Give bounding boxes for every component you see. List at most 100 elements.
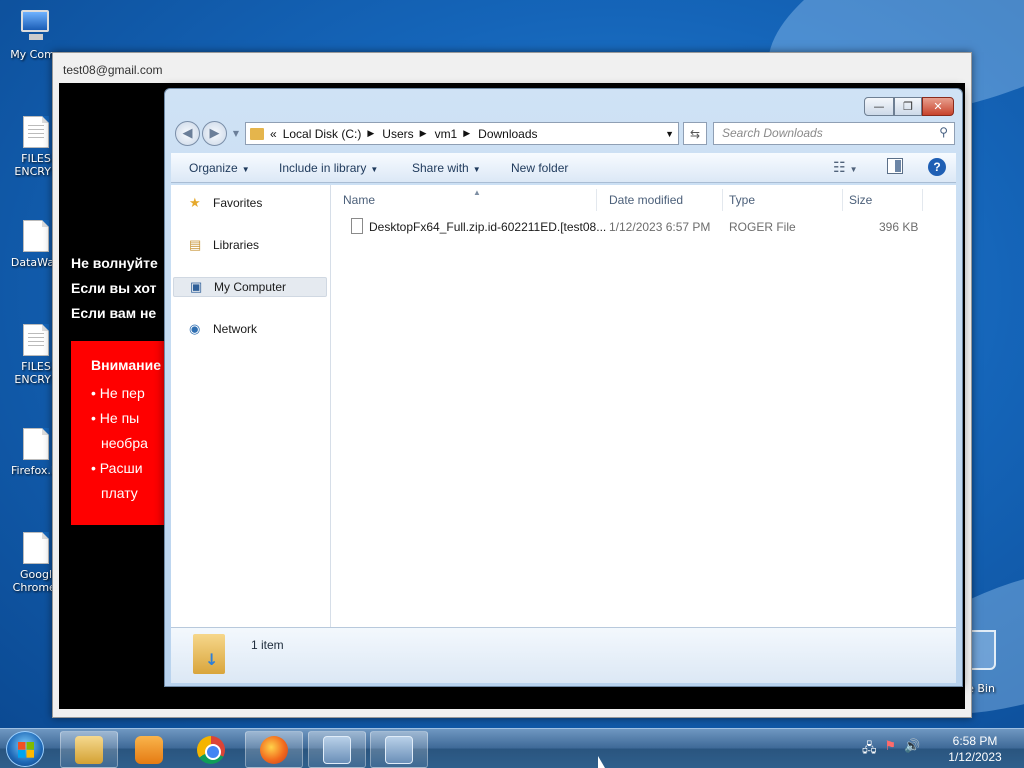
nav-item-network[interactable]: ◉ Network xyxy=(173,319,327,339)
file-list: Name ▲ Date modified Type Size DesktopFx… xyxy=(331,185,956,627)
mouse-cursor-icon xyxy=(598,756,605,768)
file-icon xyxy=(23,428,49,460)
minimize-button[interactable]: — xyxy=(864,97,894,116)
downloads-folder-icon: ↓ xyxy=(193,634,225,674)
library-icon: ▤ xyxy=(189,237,202,252)
breadcrumb-vm1[interactable]: vm1 xyxy=(435,127,458,141)
setup-program-icon xyxy=(323,735,351,764)
warning-bullet: • Не пер xyxy=(91,385,145,401)
recent-pages-dropdown[interactable]: ▼ xyxy=(231,121,241,146)
navigation-pane: ★ Favorites ▤ Libraries ▣ My Computer ◉ … xyxy=(171,185,331,627)
help-button[interactable]: ? xyxy=(928,158,946,176)
taskbar: 🖧 ⚑ 🔊 6:58 PM 1/12/2023 xyxy=(0,728,1024,768)
clock-time: 6:58 PM xyxy=(952,734,998,748)
ransom-text-line: Если вам не xyxy=(71,305,157,321)
computer-icon: ▣ xyxy=(190,279,203,294)
clock[interactable]: 6:58 PM 1/12/2023 xyxy=(940,733,1010,765)
include-in-library-menu[interactable]: Include in library ▼ xyxy=(279,161,378,175)
details-pane: ↓ 1 item xyxy=(171,627,956,683)
refresh-button[interactable]: ⇆ xyxy=(683,122,707,145)
forward-button[interactable]: ▶ xyxy=(202,121,227,146)
search-icon[interactable]: ⚲ xyxy=(939,125,948,139)
file-icon xyxy=(351,218,363,234)
address-dropdown-icon[interactable]: ▼ xyxy=(665,129,674,139)
windows-logo-icon xyxy=(18,742,34,758)
column-header-name[interactable]: Name ▲ xyxy=(337,188,597,211)
organize-menu[interactable]: Organize ▼ xyxy=(189,161,250,175)
command-bar: Organize ▼ Include in library ▼ Share with… xyxy=(171,153,956,183)
taskbar-chrome-button[interactable] xyxy=(182,731,240,768)
taskbar-setup-button-2[interactable] xyxy=(370,731,428,768)
change-view-button[interactable]: ☷ ▼ xyxy=(833,159,857,176)
taskbar-explorer-button[interactable] xyxy=(60,731,118,768)
warning-heading: Внимание xyxy=(91,357,161,373)
maximize-button[interactable]: ❐ xyxy=(894,97,922,116)
sort-ascending-icon: ▲ xyxy=(473,188,481,197)
breadcrumb-overflow[interactable]: « xyxy=(270,127,277,141)
taskbar-firefox-button[interactable] xyxy=(245,731,303,768)
file-name: DesktopFx64_Full.zip.id-602211ED.[test08… xyxy=(369,220,607,234)
taskbar-media-player-button[interactable] xyxy=(120,731,178,768)
close-button[interactable]: ✕ xyxy=(922,97,954,116)
warning-bullet-continuation: плату xyxy=(101,485,138,501)
ransom-window-title: test08@gmail.com xyxy=(63,63,163,77)
breadcrumb-users[interactable]: Users xyxy=(382,127,413,141)
help-icon: ? xyxy=(933,160,941,174)
preview-pane-button[interactable] xyxy=(887,158,903,174)
table-row[interactable]: DesktopFx64_Full.zip.id-602211ED.[test08… xyxy=(337,217,937,237)
ransom-text-line: Не волнуйте xyxy=(71,255,158,271)
arrow-right-icon: ▶ xyxy=(209,126,220,141)
chevron-down-icon: ▼ xyxy=(370,165,379,174)
window-controls: — ❐ ✕ xyxy=(864,97,954,116)
text-file-icon xyxy=(23,324,49,356)
refresh-icon: ⇆ xyxy=(689,126,701,141)
setup-program-icon xyxy=(385,735,413,764)
back-button[interactable]: ◀ xyxy=(175,121,200,146)
system-tray: 🖧 ⚑ 🔊 xyxy=(862,739,920,761)
explorer-window[interactable]: — ❐ ✕ ◀ ▶ ▼ « Local Disk (C:) ▶ Users ▶ … xyxy=(164,88,963,687)
nav-item-favorites[interactable]: ★ Favorites xyxy=(173,193,327,213)
breadcrumb-separator-icon[interactable]: ▶ xyxy=(420,128,427,139)
chevron-down-icon: ▼ xyxy=(232,129,240,138)
breadcrumb-separator-icon[interactable]: ▶ xyxy=(367,128,374,139)
search-input[interactable]: Search Downloads ⚲ xyxy=(713,122,955,145)
firefox-icon xyxy=(260,735,288,764)
clock-date: 1/12/2023 xyxy=(948,750,1002,764)
file-icon xyxy=(23,220,49,252)
ransom-text-line: Если вы хот xyxy=(71,280,157,296)
breadcrumb-downloads[interactable]: Downloads xyxy=(478,127,537,141)
nav-item-libraries[interactable]: ▤ Libraries xyxy=(173,235,327,255)
start-button[interactable] xyxy=(6,731,44,767)
view-list-icon: ☷ xyxy=(833,159,846,175)
computer-icon xyxy=(17,10,55,46)
address-bar[interactable]: « Local Disk (C:) ▶ Users ▶ vm1 ▶ Downlo… xyxy=(245,122,679,145)
warning-bullet: • Расши xyxy=(91,460,143,476)
action-center-flag-icon[interactable]: ⚑ xyxy=(885,739,897,761)
search-placeholder: Search Downloads xyxy=(722,126,823,140)
network-icon[interactable]: 🖧 xyxy=(862,739,877,761)
taskbar-setup-button-1[interactable] xyxy=(308,731,366,768)
new-folder-button[interactable]: New folder xyxy=(511,161,568,175)
star-icon: ★ xyxy=(189,195,201,210)
media-player-icon xyxy=(135,735,163,764)
chevron-down-icon: ▼ xyxy=(241,165,250,174)
preview-pane-icon xyxy=(895,160,901,172)
file-icon xyxy=(23,532,49,564)
file-size: 396 KB xyxy=(879,220,919,234)
column-header-date-modified[interactable]: Date modified xyxy=(603,189,723,211)
share-with-menu[interactable]: Share with ▼ xyxy=(412,161,481,175)
file-date-modified: 1/12/2023 6:57 PM xyxy=(609,220,711,234)
chevron-down-icon: ▼ xyxy=(472,165,481,174)
navigation-bar: ◀ ▶ ▼ « Local Disk (C:) ▶ Users ▶ vm1 ▶ … xyxy=(173,121,955,147)
network-icon: ◉ xyxy=(189,321,201,336)
breadcrumb-local-disk[interactable]: Local Disk (C:) xyxy=(283,127,362,141)
column-header-type[interactable]: Type xyxy=(723,189,843,211)
column-header-size[interactable]: Size xyxy=(843,189,923,211)
warning-bullet: • Не пы xyxy=(91,410,140,426)
chevron-down-icon: ▼ xyxy=(849,165,858,174)
volume-icon[interactable]: 🔊 xyxy=(904,739,920,761)
text-file-icon xyxy=(23,116,49,148)
breadcrumb-separator-icon[interactable]: ▶ xyxy=(463,128,470,139)
item-count: 1 item xyxy=(251,638,284,652)
nav-item-my-computer[interactable]: ▣ My Computer xyxy=(173,277,327,297)
